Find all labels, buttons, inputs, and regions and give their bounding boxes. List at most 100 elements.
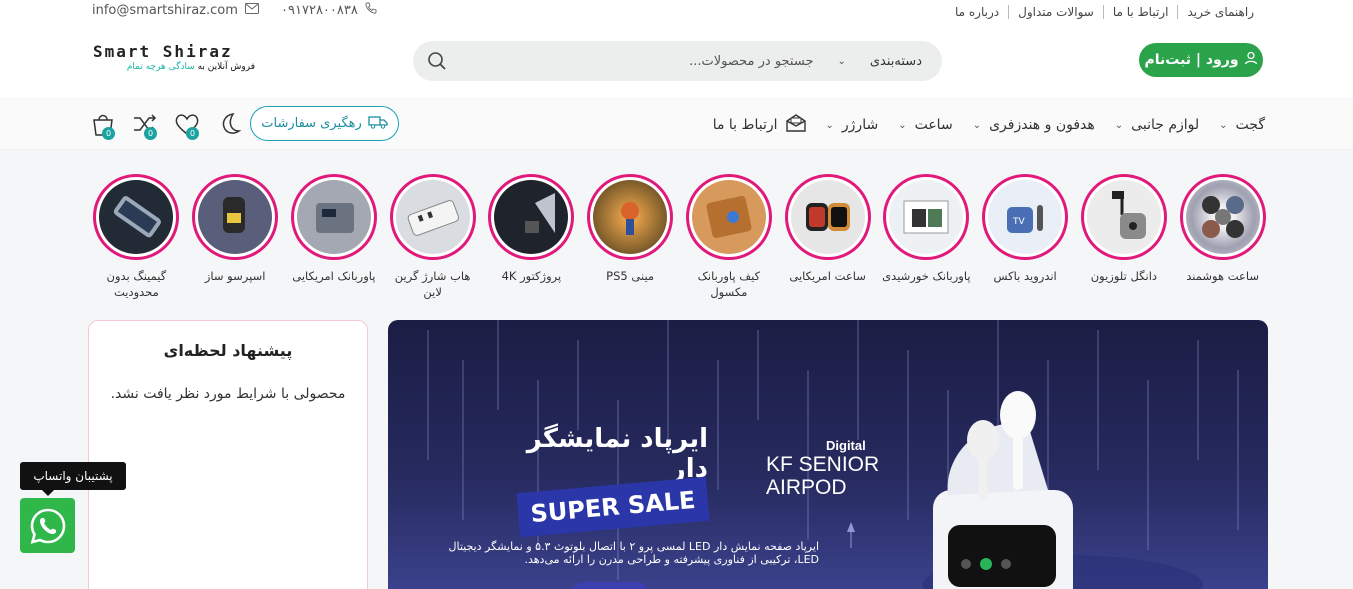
category-label: پروژکتور 4K bbox=[501, 269, 562, 283]
top-links: راهنمای خرید ارتباط با ما سوالات متداول … bbox=[946, 5, 1263, 19]
category-item[interactable]: اسپرسو ساز bbox=[186, 174, 285, 304]
chevron-down-icon: ⌄ bbox=[825, 119, 834, 131]
category-image bbox=[784, 174, 871, 260]
category-item[interactable]: TV اندروید باکس bbox=[976, 174, 1075, 304]
track-orders-label: رهگیری سفارشات bbox=[261, 116, 362, 131]
moon-icon bbox=[222, 113, 242, 134]
smartwatch-icon bbox=[790, 180, 865, 254]
category-item[interactable]: پروژکتور 4K bbox=[482, 174, 581, 304]
phone-icon bbox=[365, 2, 377, 18]
wishlist-button[interactable]: 0 bbox=[174, 111, 202, 140]
nav-item-label: ارتباط با ما bbox=[712, 117, 778, 133]
charging-hub-icon bbox=[395, 180, 470, 254]
mail-open-icon bbox=[785, 114, 806, 136]
track-orders-button[interactable]: رهگیری سفارشات bbox=[250, 106, 399, 141]
hero-banner[interactable]: ایرپاد نمایشگر دار SUPER SALE Digital KF… bbox=[388, 320, 1268, 589]
powerbank-icon bbox=[296, 180, 371, 254]
category-item[interactable]: هاب شارژ گرین لاین bbox=[383, 174, 482, 304]
user-icon bbox=[1244, 51, 1258, 69]
login-register-button[interactable]: ورود | ثبت‌نام bbox=[1139, 43, 1263, 77]
solar-powerbank-icon bbox=[889, 180, 964, 254]
cart-count-badge: 0 bbox=[102, 127, 115, 140]
category-label: پاوربانک امریکایی bbox=[292, 269, 376, 283]
main-nav: گجت ⌄ لوازم جانبی ⌄ هدفون و هندزفری ⌄ سا… bbox=[0, 99, 1353, 150]
category-image bbox=[192, 174, 279, 260]
category-image bbox=[1080, 174, 1167, 260]
nav-item-charger[interactable]: شارژر ⌄ bbox=[826, 117, 879, 133]
login-label: ورود | ثبت‌نام bbox=[1144, 52, 1239, 68]
wallet-powerbank-icon bbox=[691, 180, 766, 254]
category-label: مینی PS5 bbox=[606, 269, 655, 283]
search-category-select[interactable]: دسته‌بندی ⌄ bbox=[837, 54, 922, 69]
game-console-icon bbox=[593, 180, 668, 254]
logo-tagline: فروش آنلاین به سادگی هرچه تمام bbox=[93, 62, 255, 72]
email-contact[interactable]: info@smartshiraz.com bbox=[92, 2, 260, 18]
category-image bbox=[685, 174, 772, 260]
banner-brand-line1: KF SENIOR bbox=[766, 453, 880, 476]
whatsapp-tooltip: پشتیبان واتساپ bbox=[20, 462, 126, 496]
link-shopping-guide[interactable]: راهنمای خرید bbox=[1177, 5, 1263, 19]
compare-button[interactable]: 0 bbox=[132, 111, 160, 140]
category-item[interactable]: پاوربانک خورشیدی bbox=[877, 174, 976, 304]
nav-item-label: شارژر bbox=[841, 117, 879, 133]
link-contact-us[interactable]: ارتباط با ما bbox=[1102, 5, 1178, 19]
nav-item-contact[interactable]: ارتباط با ما bbox=[713, 114, 806, 136]
espresso-maker-icon bbox=[198, 180, 273, 254]
nav-item-label: لوازم جانبی bbox=[1131, 117, 1200, 133]
gaming-phone-icon bbox=[99, 180, 174, 254]
category-label: گیمینگ بدون محدودیت bbox=[106, 269, 167, 299]
link-faq[interactable]: سوالات متداول bbox=[1008, 5, 1103, 19]
site-logo[interactable]: Smart Shiraz فروش آنلاین به سادگی هرچه ت… bbox=[93, 42, 255, 82]
nav-item-headphones[interactable]: هدفون و هندزفری ⌄ bbox=[973, 117, 1095, 133]
category-label: دانگل تلوزیون bbox=[1090, 269, 1158, 283]
category-item[interactable]: گیمینگ بدون محدودیت bbox=[87, 174, 186, 304]
chevron-down-icon: ⌄ bbox=[898, 119, 907, 131]
category-item[interactable]: پاوربانک امریکایی bbox=[285, 174, 384, 304]
top-bar: راهنمای خرید ارتباط با ما سوالات متداول … bbox=[0, 0, 1353, 26]
phone-text: ۰۹۱۷۲۸۰۰۸۳۸ bbox=[281, 3, 358, 18]
category-label: ساعت امریکایی bbox=[789, 269, 866, 283]
category-item[interactable]: ساعت امریکایی bbox=[778, 174, 877, 304]
envelope-icon bbox=[245, 2, 260, 18]
wishlist-count-badge: 0 bbox=[186, 127, 199, 140]
nav-item-accessories[interactable]: لوازم جانبی ⌄ bbox=[1115, 117, 1199, 133]
category-label: اندروید باکس bbox=[993, 269, 1057, 283]
header-actions: 0 0 0 bbox=[90, 111, 244, 140]
category-image: TV bbox=[982, 174, 1069, 260]
email-text: info@smartshiraz.com bbox=[92, 2, 238, 18]
chevron-down-icon: ⌄ bbox=[1219, 119, 1228, 131]
category-carousel: ساعت هوشمند دانگل تلوزیون TV اندروید باک… bbox=[87, 174, 1272, 304]
category-item[interactable]: دانگل تلوزیون bbox=[1075, 174, 1174, 304]
nav-item-gadget[interactable]: گجت ⌄ bbox=[1219, 117, 1265, 133]
category-label: ساعت هوشمند bbox=[1186, 269, 1259, 283]
category-item[interactable]: مینی PS5 bbox=[581, 174, 680, 304]
nav-item-watch[interactable]: ساعت ⌄ bbox=[898, 117, 953, 133]
category-image bbox=[587, 174, 674, 260]
tv-box-icon: TV bbox=[988, 180, 1063, 254]
cart-button[interactable]: 0 bbox=[90, 111, 118, 140]
banner-description: ایرپاد صفحه نمایش دار LED لمسی پرو ۲ با … bbox=[448, 540, 819, 566]
instant-offer-panel: پیشنهاد لحظه‌ای محصولی با شرایط مورد نظر… bbox=[88, 320, 368, 589]
whatsapp-button[interactable] bbox=[20, 498, 75, 553]
category-item[interactable]: ساعت هوشمند bbox=[1173, 174, 1272, 304]
banner-cta-button[interactable] bbox=[571, 582, 649, 589]
offer-title: پیشنهاد لحظه‌ای bbox=[163, 341, 293, 360]
nav-menu: گجت ⌄ لوازم جانبی ⌄ هدفون و هندزفری ⌄ سا… bbox=[693, 114, 1265, 136]
search-icon[interactable] bbox=[427, 51, 447, 71]
category-item[interactable]: کیف پاوربانک مکسول bbox=[680, 174, 779, 304]
logo-wordmark: Smart Shiraz bbox=[93, 42, 233, 61]
category-label: کیف پاوربانک مکسول bbox=[697, 269, 761, 299]
category-image bbox=[883, 174, 970, 260]
chevron-down-icon: ⌄ bbox=[837, 55, 846, 67]
category-image bbox=[389, 174, 476, 260]
dark-mode-toggle[interactable] bbox=[216, 111, 244, 139]
banner-title: ایرپاد نمایشگر دار bbox=[526, 424, 708, 484]
logo-tagline-a: فروش آنلاین به bbox=[197, 62, 255, 72]
search-input[interactable]: جستجو در محصولات... bbox=[447, 54, 813, 69]
phone-contact[interactable]: ۰۹۱۷۲۸۰۰۸۳۸ bbox=[281, 2, 377, 18]
logo-tagline-b: سادگی هرچه تمام bbox=[126, 62, 195, 72]
category-label: اسپرسو ساز bbox=[204, 269, 266, 283]
link-about-us[interactable]: درباره ما bbox=[946, 5, 1008, 19]
nav-item-label: هدفون و هندزفری bbox=[989, 117, 1095, 133]
banner-brand: Digital KF SENIOR AIRPOD bbox=[766, 438, 879, 499]
